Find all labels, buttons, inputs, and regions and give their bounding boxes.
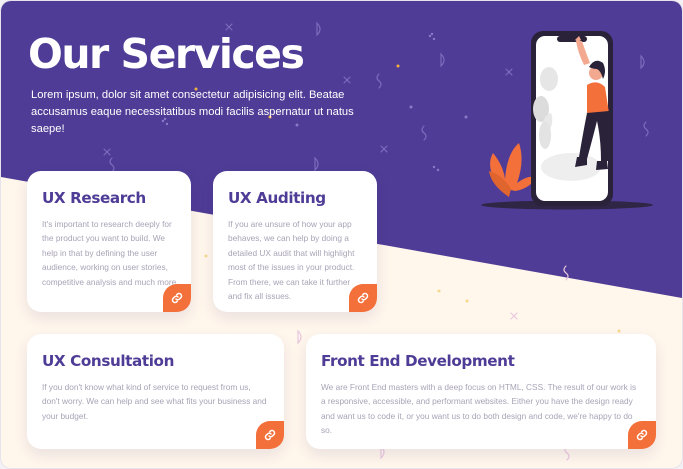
service-description: We are Front End masters with a deep foc… <box>321 382 637 436</box>
service-description: If you don't know what kind of service t… <box>42 382 267 421</box>
page-subtitle: Lorem ipsum, dolor sit amet consectetur … <box>31 89 354 135</box>
service-card-ux-auditing: UX Auditing If you are unsure of how you… <box>213 171 377 312</box>
link-icon <box>636 429 648 441</box>
page-title: Our Services <box>28 30 305 78</box>
link-icon <box>357 292 369 304</box>
service-link-button[interactable] <box>163 284 191 312</box>
link-icon <box>171 292 183 304</box>
link-icon <box>264 429 276 441</box>
phone-illustration <box>481 31 653 210</box>
service-card-ux-research: UX Research It's important to research d… <box>27 171 191 312</box>
service-description: If you are unsure of how your app behave… <box>228 219 355 302</box>
service-card-front-end-development: Front End Development We are Front End m… <box>306 334 656 449</box>
service-card-ux-consultation: UX Consultation If you don't know what k… <box>27 334 284 449</box>
service-title: UX Auditing <box>228 189 326 207</box>
service-title: UX Consultation <box>42 352 175 370</box>
service-title: Front End Development <box>321 352 515 370</box>
services-section: Our Services Lorem ipsum, dolor sit amet… <box>1 1 682 468</box>
service-description: It's important to research deeply for th… <box>42 219 179 287</box>
service-link-button[interactable] <box>349 284 377 312</box>
service-link-button[interactable] <box>256 421 284 449</box>
service-link-button[interactable] <box>628 421 656 449</box>
service-title: UX Research <box>42 189 146 207</box>
